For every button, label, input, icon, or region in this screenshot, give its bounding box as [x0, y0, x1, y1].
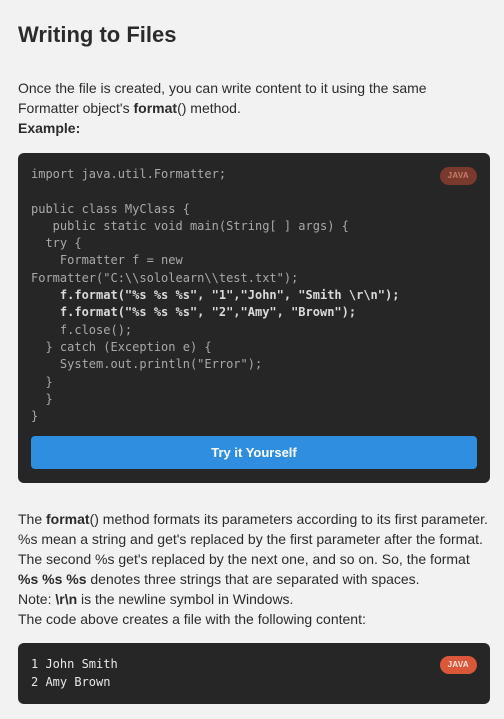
code-content: import java.util.Formatter; public class… [31, 166, 399, 425]
code-line: Formatter("C:\\sololearn\\test.txt"); [31, 270, 299, 285]
note-label: Note: [18, 591, 56, 607]
intro-paragraph: Once the file is created, you can write … [18, 78, 488, 138]
code-line: } [31, 391, 53, 406]
explanation-text: The format() method formats its paramete… [18, 509, 492, 629]
try-it-yourself-button[interactable]: Try it Yourself [31, 436, 477, 469]
example-label: Example: [18, 120, 81, 136]
output-content: 1 John Smith 2 Amy Brown [31, 655, 118, 691]
output-language-badge: JAVA [439, 656, 477, 674]
code-line: try { [31, 236, 82, 251]
format-string: %s %s %s [18, 571, 87, 587]
code-line: 2 Amy Brown [31, 675, 111, 689]
lesson-page: Writing to Files Once the file is create… [0, 0, 504, 719]
code-line: f.format("%s %s %s", "2","Amy", "Brown")… [31, 305, 357, 320]
code-line: } catch (Exception e) { [31, 339, 212, 354]
page-title: Writing to Files [18, 22, 177, 47]
intro-text-end: () method. [177, 100, 241, 116]
code-line: import java.util.Formatter; [31, 167, 227, 181]
code-line: 1 John Smith [31, 657, 118, 671]
explanation-start: The [18, 511, 47, 527]
code-line: f.format("%s %s %s", "1","John", "Smith … [31, 288, 400, 303]
code-line: } [31, 409, 39, 424]
code-line: public static void main(String[ ] args) … [31, 218, 349, 233]
explanation-end: denotes three strings that are separated… [86, 571, 420, 587]
output-intro: The code above creates a file with the f… [18, 611, 366, 627]
code-line: System.out.println("Error"); [31, 357, 263, 372]
code-line: Formatter f = new [31, 253, 183, 268]
language-badge: JAVA [439, 167, 477, 185]
code-line: f.close(); [31, 322, 133, 337]
code-example-block: JAVA import java.util.Formatter; public … [18, 153, 490, 483]
explanation-method-name: format [46, 511, 90, 527]
output-block: JAVA 1 John Smith 2 Amy Brown [18, 643, 490, 704]
intro-method-name: format [133, 100, 178, 116]
newline-symbol: \r\n [55, 591, 78, 607]
code-line: } [31, 374, 53, 389]
note-text: is the newline symbol in Windows. [77, 591, 294, 607]
code-line: public class MyClass { [31, 201, 190, 216]
